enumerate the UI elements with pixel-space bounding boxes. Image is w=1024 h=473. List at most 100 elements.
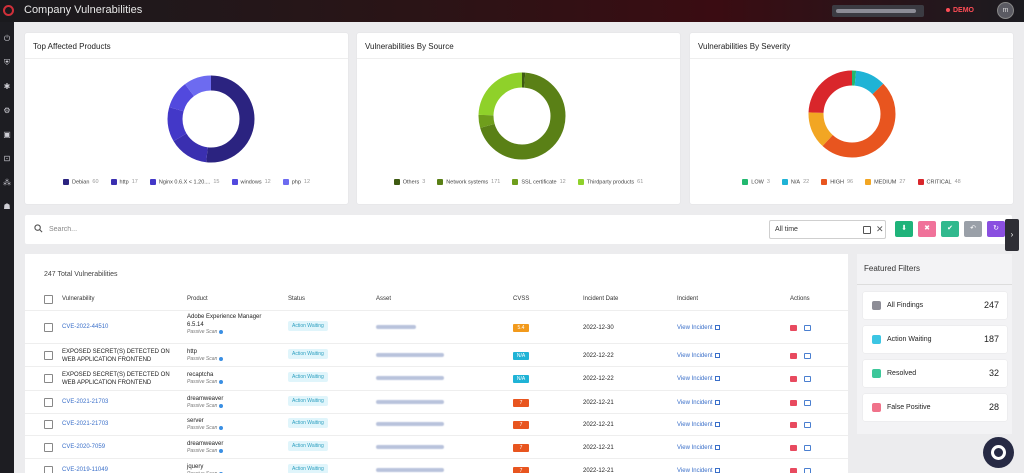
- row-checkbox[interactable]: [44, 398, 53, 407]
- select-all-checkbox[interactable]: [44, 295, 53, 304]
- thumb-down-icon[interactable]: [790, 422, 797, 428]
- row-checkbox[interactable]: [44, 351, 53, 360]
- legend-item[interactable]: http 17: [110, 179, 138, 185]
- collapse-panel-button[interactable]: ›: [1005, 219, 1019, 251]
- calendar-icon[interactable]: [863, 226, 871, 234]
- view-incident-link[interactable]: View Incident: [677, 468, 720, 473]
- featured-filter-false-positive[interactable]: False Positive 28: [863, 394, 1007, 421]
- vulnerability-name[interactable]: CVE-2022-44510: [62, 324, 182, 330]
- legend-item[interactable]: Others 3: [393, 179, 425, 185]
- legend-swatch: [231, 179, 238, 185]
- thumb-down-icon[interactable]: [790, 468, 797, 473]
- thumb-down-icon[interactable]: [790, 400, 797, 406]
- row-checkbox[interactable]: [44, 443, 53, 452]
- legend-item[interactable]: Nginx 0.6.X < 1.20.... 15: [149, 179, 220, 185]
- edit-icon[interactable]: [804, 422, 811, 428]
- info-icon[interactable]: [219, 448, 224, 453]
- spy-icon[interactable]: ☗: [2, 202, 12, 212]
- row-checkbox[interactable]: [44, 374, 53, 383]
- donut-chart-severity[interactable]: [806, 68, 898, 160]
- column-header-asset[interactable]: Asset: [376, 296, 391, 302]
- check-icon[interactable]: ✔: [941, 221, 959, 237]
- row-checkbox[interactable]: [44, 323, 53, 332]
- thumb-down-icon[interactable]: [790, 325, 797, 331]
- thumb-down-icon[interactable]: [790, 445, 797, 451]
- info-icon[interactable]: [219, 329, 224, 334]
- shield-icon[interactable]: ⛨: [2, 58, 12, 68]
- legend-item[interactable]: N/A 22: [781, 179, 809, 185]
- edit-icon[interactable]: [804, 325, 811, 331]
- user-menu[interactable]: [832, 5, 924, 17]
- view-incident-link[interactable]: View Incident: [677, 325, 720, 331]
- legend-item[interactable]: php 12: [282, 179, 310, 185]
- column-header-vulnerability[interactable]: Vulnerability: [62, 296, 94, 302]
- network-icon[interactable]: ⁂: [2, 178, 12, 188]
- thumb-down-icon[interactable]: ✖: [918, 221, 936, 237]
- view-incident-link[interactable]: View Incident: [677, 445, 720, 451]
- info-icon[interactable]: [219, 425, 224, 430]
- donut-chart-source[interactable]: [476, 70, 568, 162]
- legend-item[interactable]: windows 12: [231, 179, 271, 185]
- power-icon[interactable]: ⏻: [2, 34, 12, 44]
- column-header-incident-date[interactable]: Incident Date: [583, 296, 618, 302]
- legend-item[interactable]: Thirdparty products 61: [577, 179, 643, 185]
- legend-item[interactable]: CRITICAL 48: [917, 179, 961, 185]
- search-input[interactable]: [49, 222, 549, 237]
- table-row[interactable]: EXPOSED SECRET(S) DETECTED ON WEB APPLIC…: [25, 366, 848, 390]
- legend-item[interactable]: Network systems 171: [437, 179, 500, 185]
- bug-icon[interactable]: ✱: [2, 82, 12, 92]
- close-icon[interactable]: ✕: [876, 224, 884, 235]
- edit-icon[interactable]: [804, 445, 811, 451]
- table-row[interactable]: CVE-2019-11049 jqueryPassive Scan Action W…: [25, 458, 848, 473]
- download-icon[interactable]: ⬇: [895, 221, 913, 237]
- legend-item[interactable]: MEDIUM 27: [865, 179, 906, 185]
- vulnerability-name[interactable]: CVE-2019-11049: [62, 467, 182, 473]
- avatar[interactable]: m: [997, 2, 1014, 19]
- ring-logo-icon[interactable]: [3, 5, 14, 16]
- monitor-icon[interactable]: ▣: [2, 130, 12, 140]
- vulnerability-name[interactable]: CVE-2021-21703: [62, 399, 182, 405]
- edit-icon[interactable]: [804, 400, 811, 406]
- info-icon[interactable]: [219, 379, 224, 384]
- view-incident-link[interactable]: View Incident: [677, 400, 720, 406]
- lock-icon[interactable]: ⊡: [2, 154, 12, 164]
- gear-shield-icon[interactable]: ⚙: [2, 106, 12, 116]
- row-checkbox[interactable]: [44, 466, 53, 473]
- table-row[interactable]: CVE-2021-21703 server Passive Scan Action W…: [25, 413, 848, 435]
- column-header-cvss[interactable]: CVSS: [513, 296, 529, 302]
- thumb-down-icon[interactable]: [790, 376, 797, 382]
- table-row[interactable]: EXPOSED SECRET(S) DETECTED ON WEB APPLIC…: [25, 343, 848, 366]
- edit-icon[interactable]: [804, 468, 811, 473]
- donut-chart-products[interactable]: [165, 73, 257, 165]
- featured-filter-all-findings[interactable]: All Findings 247: [863, 292, 1007, 319]
- info-icon[interactable]: [219, 403, 224, 408]
- view-incident-link[interactable]: View Incident: [677, 353, 720, 359]
- row-checkbox[interactable]: [44, 420, 53, 429]
- edit-icon[interactable]: [804, 376, 811, 382]
- column-header-product[interactable]: Product: [187, 296, 208, 302]
- view-incident-link[interactable]: View Incident: [677, 376, 720, 382]
- info-icon[interactable]: [219, 356, 224, 361]
- table-row[interactable]: CVE-2020-7059 dreamweaver Passive Scan Acti…: [25, 435, 848, 458]
- table-row[interactable]: CVE-2022-44510 Adobe Experience Manager 6…: [25, 310, 848, 343]
- lifebuoy-icon[interactable]: [983, 437, 1014, 468]
- legend-item[interactable]: HIGH 96: [821, 179, 853, 185]
- search-toolbar: All time ✕ ⬇ ✖ ✔ ↶ ↻: [25, 215, 1012, 244]
- featured-filter-resolved[interactable]: Resolved 32: [863, 360, 1007, 387]
- table-row[interactable]: CVE-2021-21703 dreamweaver Passive Scan Act…: [25, 390, 848, 413]
- legend-item[interactable]: Debian 60: [62, 179, 99, 185]
- legend-item[interactable]: SSL certificate 12: [512, 179, 566, 185]
- column-header-status[interactable]: Status: [288, 296, 305, 302]
- vulnerability-name[interactable]: CVE-2021-21703: [62, 421, 182, 427]
- column-header-incident[interactable]: Incident: [677, 296, 698, 302]
- thumb-down-icon[interactable]: [790, 353, 797, 359]
- vulnerability-name[interactable]: CVE-2020-7059: [62, 444, 182, 450]
- view-incident-link[interactable]: View Incident: [677, 422, 720, 428]
- featured-filter-action-waiting[interactable]: Action Waiting 187: [863, 326, 1007, 353]
- demo-badge[interactable]: DEMO: [940, 5, 980, 17]
- legend-item[interactable]: LOW 3: [742, 179, 770, 185]
- refresh-icon[interactable]: ↻: [987, 221, 1005, 237]
- edit-icon[interactable]: [804, 353, 811, 359]
- undo-icon[interactable]: ↶: [964, 221, 982, 237]
- time-range-select[interactable]: All time ✕: [769, 220, 886, 239]
